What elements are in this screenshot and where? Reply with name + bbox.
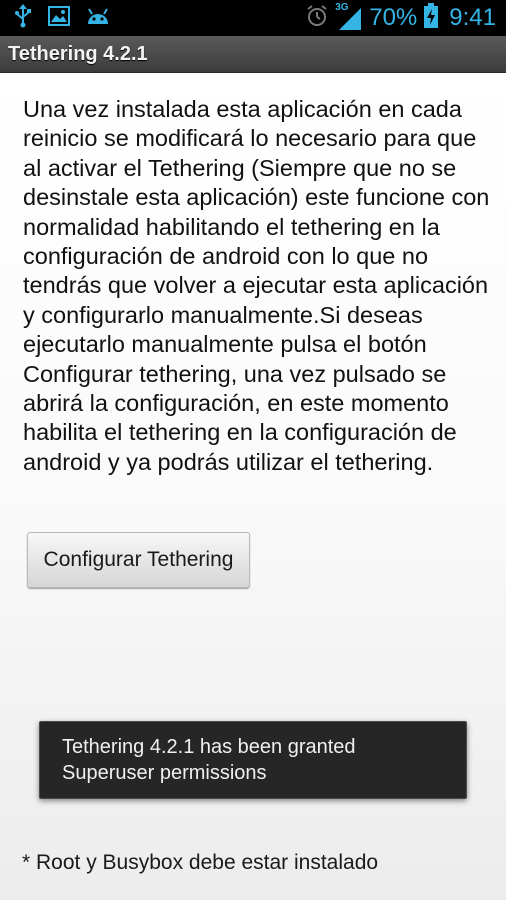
clock: 9:41 (449, 4, 496, 31)
toast-message: Tethering 4.2.1 has been granted Superus… (62, 736, 356, 784)
notification-icons (14, 0, 110, 36)
configure-tethering-button[interactable]: Configurar Tethering (27, 532, 250, 588)
usb-icon (14, 4, 32, 32)
main-content: Una vez instalada esta aplicación en cad… (0, 73, 506, 900)
system-icons: 3G 70% 9:41 (305, 0, 496, 36)
description-text: Una vez instalada esta aplicación en cad… (23, 96, 490, 475)
title-bar: Tethering 4.2.1 (0, 36, 506, 73)
image-icon (48, 6, 70, 30)
battery-percent: 70% (369, 4, 418, 31)
footnote-text: * Root y Busybox debe estar instalado (22, 851, 379, 874)
android-icon (86, 6, 110, 30)
signal-3g-icon: 3G (335, 2, 363, 32)
alarm-icon (305, 4, 329, 32)
battery-charging-icon (423, 3, 439, 33)
toast-notification: Tethering 4.2.1 has been granted Superus… (39, 721, 467, 799)
status-bar: 3G 70% 9:41 (0, 0, 506, 36)
app-title: Tethering 4.2.1 (8, 43, 148, 65)
network-type-label: 3G (335, 2, 349, 13)
